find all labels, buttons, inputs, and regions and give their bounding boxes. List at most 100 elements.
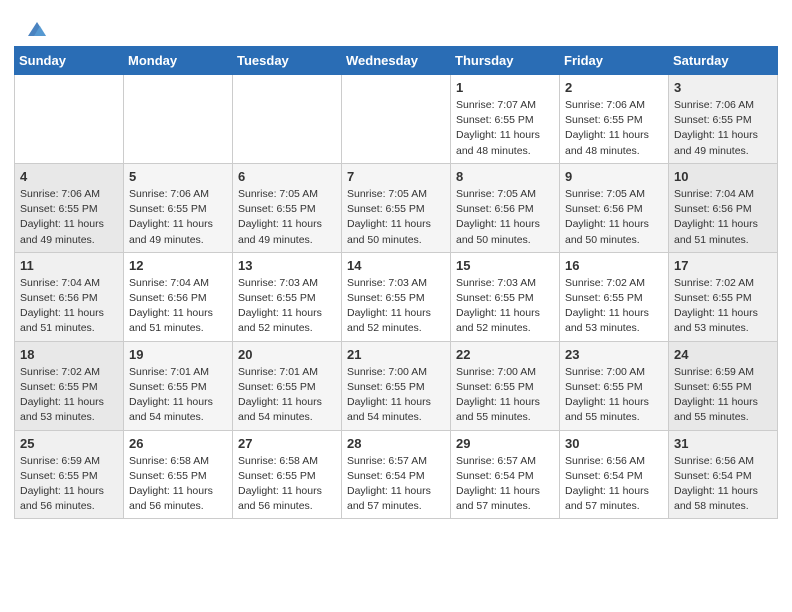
logo-icon xyxy=(26,18,48,40)
day-info: Sunrise: 7:02 AMSunset: 6:55 PMDaylight:… xyxy=(20,365,118,426)
day-number: 21 xyxy=(347,347,445,362)
day-number: 3 xyxy=(674,80,772,95)
day-number: 4 xyxy=(20,169,118,184)
day-number: 8 xyxy=(456,169,554,184)
page-header xyxy=(0,0,792,46)
day-number: 10 xyxy=(674,169,772,184)
header-thursday: Thursday xyxy=(451,47,560,75)
day-cell: 29Sunrise: 6:57 AMSunset: 6:54 PMDayligh… xyxy=(451,430,560,519)
day-info: Sunrise: 7:05 AMSunset: 6:56 PMDaylight:… xyxy=(456,187,554,248)
day-cell: 7 Sunrise: 7:05 AMSunset: 6:55 PMDaylight… xyxy=(342,163,451,252)
day-cell: 11 Sunrise: 7:04 AMSunset: 6:56 PMDayligh… xyxy=(15,252,124,341)
day-number: 20 xyxy=(238,347,336,362)
day-info: Sunrise: 7:02 AMSunset: 6:55 PMDaylight:… xyxy=(565,276,663,337)
day-cell: 5 Sunrise: 7:06 AMSunset: 6:55 PMDaylight… xyxy=(124,163,233,252)
day-cell xyxy=(124,75,233,164)
day-number: 11 xyxy=(20,258,118,273)
day-info: Sunrise: 6:58 AMSunset: 6:55 PMDaylight:… xyxy=(238,454,336,515)
day-info: Sunrise: 6:57 AMSunset: 6:54 PMDaylight:… xyxy=(347,454,445,515)
week-row-4: 18 Sunrise: 7:02 AMSunset: 6:55 PMDayligh… xyxy=(15,341,778,430)
day-number: 1 xyxy=(456,80,554,95)
day-cell: 31 Sunrise: 6:56 AMSunset: 6:54 PMDayligh… xyxy=(669,430,778,519)
day-cell xyxy=(342,75,451,164)
day-info: Sunrise: 7:04 AMSunset: 6:56 PMDaylight:… xyxy=(129,276,227,337)
day-number: 30 xyxy=(565,436,663,451)
day-cell: 13Sunrise: 7:03 AMSunset: 6:55 PMDayligh… xyxy=(233,252,342,341)
day-info: Sunrise: 7:06 AMSunset: 6:55 PMDaylight:… xyxy=(129,187,227,248)
day-number: 23 xyxy=(565,347,663,362)
day-number: 6 xyxy=(238,169,336,184)
day-info: Sunrise: 7:06 AMSunset: 6:55 PMDaylight:… xyxy=(565,98,663,159)
day-info: Sunrise: 7:05 AMSunset: 6:55 PMDaylight:… xyxy=(347,187,445,248)
day-cell xyxy=(233,75,342,164)
day-cell: 24 Sunrise: 6:59 AMSunset: 6:55 PMDayligh… xyxy=(669,341,778,430)
week-row-3: 11 Sunrise: 7:04 AMSunset: 6:56 PMDayligh… xyxy=(15,252,778,341)
day-cell: 21 Sunrise: 7:00 AMSunset: 6:55 PMDayligh… xyxy=(342,341,451,430)
day-cell: 8 Sunrise: 7:05 AMSunset: 6:56 PMDaylight… xyxy=(451,163,560,252)
calendar-table: Sunday Monday Tuesday Wednesday Thursday… xyxy=(14,46,778,519)
header-friday: Friday xyxy=(560,47,669,75)
day-cell: 1 Sunrise: 7:07 AMSunset: 6:55 PMDaylight… xyxy=(451,75,560,164)
day-info: Sunrise: 7:03 AMSunset: 6:55 PMDaylight:… xyxy=(347,276,445,337)
day-cell: 22 Sunrise: 7:00 AMSunset: 6:55 PMDayligh… xyxy=(451,341,560,430)
day-number: 26 xyxy=(129,436,227,451)
day-number: 31 xyxy=(674,436,772,451)
day-info: Sunrise: 7:04 AMSunset: 6:56 PMDaylight:… xyxy=(20,276,118,337)
day-info: Sunrise: 7:03 AMSunset: 6:55 PMDaylight:… xyxy=(238,276,336,337)
day-number: 27 xyxy=(238,436,336,451)
day-info: Sunrise: 6:57 AMSunset: 6:54 PMDaylight:… xyxy=(456,454,554,515)
day-number: 9 xyxy=(565,169,663,184)
day-number: 7 xyxy=(347,169,445,184)
header-saturday: Saturday xyxy=(669,47,778,75)
day-number: 5 xyxy=(129,169,227,184)
day-number: 12 xyxy=(129,258,227,273)
day-number: 24 xyxy=(674,347,772,362)
logo xyxy=(24,18,48,36)
header-tuesday: Tuesday xyxy=(233,47,342,75)
day-cell xyxy=(15,75,124,164)
day-info: Sunrise: 6:59 AMSunset: 6:55 PMDaylight:… xyxy=(20,454,118,515)
day-info: Sunrise: 6:59 AMSunset: 6:55 PMDaylight:… xyxy=(674,365,772,426)
day-cell: 10 Sunrise: 7:04 AMSunset: 6:56 PMDayligh… xyxy=(669,163,778,252)
day-number: 19 xyxy=(129,347,227,362)
day-info: Sunrise: 7:06 AMSunset: 6:55 PMDaylight:… xyxy=(674,98,772,159)
day-info: Sunrise: 7:02 AMSunset: 6:55 PMDaylight:… xyxy=(674,276,772,337)
day-number: 18 xyxy=(20,347,118,362)
day-info: Sunrise: 7:01 AMSunset: 6:55 PMDaylight:… xyxy=(129,365,227,426)
day-number: 28 xyxy=(347,436,445,451)
day-number: 17 xyxy=(674,258,772,273)
day-cell: 16Sunrise: 7:02 AMSunset: 6:55 PMDayligh… xyxy=(560,252,669,341)
day-info: Sunrise: 7:05 AMSunset: 6:55 PMDaylight:… xyxy=(238,187,336,248)
day-cell: 12 Sunrise: 7:04 AMSunset: 6:56 PMDayligh… xyxy=(124,252,233,341)
header-wednesday: Wednesday xyxy=(342,47,451,75)
day-info: Sunrise: 7:04 AMSunset: 6:56 PMDaylight:… xyxy=(674,187,772,248)
day-cell: 28 Sunrise: 6:57 AMSunset: 6:54 PMDayligh… xyxy=(342,430,451,519)
day-number: 22 xyxy=(456,347,554,362)
day-cell: 25Sunrise: 6:59 AMSunset: 6:55 PMDayligh… xyxy=(15,430,124,519)
day-info: Sunrise: 7:01 AMSunset: 6:55 PMDaylight:… xyxy=(238,365,336,426)
day-number: 14 xyxy=(347,258,445,273)
day-info: Sunrise: 7:05 AMSunset: 6:56 PMDaylight:… xyxy=(565,187,663,248)
header-monday: Monday xyxy=(124,47,233,75)
day-info: Sunrise: 7:03 AMSunset: 6:55 PMDaylight:… xyxy=(456,276,554,337)
day-cell: 19 Sunrise: 7:01 AMSunset: 6:55 PMDayligh… xyxy=(124,341,233,430)
day-cell: 9 Sunrise: 7:05 AMSunset: 6:56 PMDaylight… xyxy=(560,163,669,252)
day-info: Sunrise: 7:07 AMSunset: 6:55 PMDaylight:… xyxy=(456,98,554,159)
header-sunday: Sunday xyxy=(15,47,124,75)
day-cell: 15 Sunrise: 7:03 AMSunset: 6:55 PMDayligh… xyxy=(451,252,560,341)
day-number: 15 xyxy=(456,258,554,273)
day-number: 2 xyxy=(565,80,663,95)
weekday-header-row: Sunday Monday Tuesday Wednesday Thursday… xyxy=(15,47,778,75)
day-info: Sunrise: 6:58 AMSunset: 6:55 PMDaylight:… xyxy=(129,454,227,515)
day-cell: 30Sunrise: 6:56 AMSunset: 6:54 PMDayligh… xyxy=(560,430,669,519)
week-row-1: 1 Sunrise: 7:07 AMSunset: 6:55 PMDaylight… xyxy=(15,75,778,164)
day-cell: 17 Sunrise: 7:02 AMSunset: 6:55 PMDayligh… xyxy=(669,252,778,341)
day-cell: 26 Sunrise: 6:58 AMSunset: 6:55 PMDayligh… xyxy=(124,430,233,519)
day-info: Sunrise: 6:56 AMSunset: 6:54 PMDaylight:… xyxy=(674,454,772,515)
day-info: Sunrise: 7:06 AMSunset: 6:55 PMDaylight:… xyxy=(20,187,118,248)
week-row-5: 25Sunrise: 6:59 AMSunset: 6:55 PMDayligh… xyxy=(15,430,778,519)
day-info: Sunrise: 7:00 AMSunset: 6:55 PMDaylight:… xyxy=(347,365,445,426)
week-row-2: 4 Sunrise: 7:06 AMSunset: 6:55 PMDaylight… xyxy=(15,163,778,252)
day-info: Sunrise: 7:00 AMSunset: 6:55 PMDaylight:… xyxy=(456,365,554,426)
day-cell: 27 Sunrise: 6:58 AMSunset: 6:55 PMDayligh… xyxy=(233,430,342,519)
